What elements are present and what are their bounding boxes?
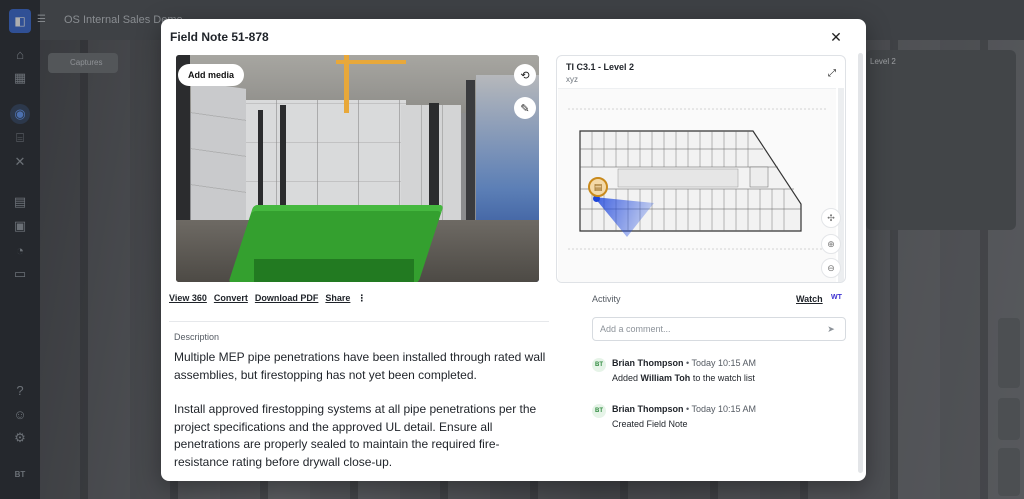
- close-icon[interactable]: ✕: [826, 27, 846, 47]
- photo-actions: View 360 Convert Download PDF Share ⋮: [169, 293, 366, 304]
- activity-separator: •: [686, 404, 690, 414]
- markup-pen-icon[interactable]: ✎: [514, 97, 536, 119]
- activity-entry-text: Added William Toh to the watch list: [612, 373, 755, 383]
- zoom-out-icon[interactable]: ⊖: [821, 258, 841, 278]
- activity-time: Today 10:15 AM: [691, 404, 757, 414]
- plan-scrollbar[interactable]: [838, 88, 844, 282]
- watcher-badge[interactable]: WT: [831, 294, 842, 301]
- activity-entry-header: Brian Thompson • Today 10:15 AM: [612, 358, 756, 368]
- activity-entry-header: Brian Thompson • Today 10:15 AM: [612, 404, 756, 414]
- field-note-photo[interactable]: Add media ⟲ ✎: [176, 55, 539, 282]
- photo-green-equipment-side: [254, 259, 414, 282]
- activity-text-prefix: Added: [612, 373, 639, 383]
- photo-orange-pipe: [336, 60, 406, 64]
- activity-author: Brian Thompson: [612, 358, 684, 368]
- send-icon[interactable]: ➤: [824, 322, 838, 336]
- avatar: BT: [592, 404, 606, 418]
- expand-icon[interactable]: ⤢: [825, 66, 839, 80]
- field-note-pin-icon[interactable]: ▤: [588, 177, 608, 197]
- floor-plan-viewer[interactable]: ▤: [558, 88, 836, 282]
- description-label: Description: [174, 332, 220, 342]
- activity-author: Brian Thompson: [612, 404, 684, 414]
- recenter-icon[interactable]: ✣: [821, 208, 841, 228]
- description-text[interactable]: Multiple MEP pipe penetrations have been…: [174, 349, 549, 471]
- zoom-in-icon[interactable]: ⊕: [821, 234, 841, 254]
- divider: [169, 321, 549, 322]
- activity-separator: •: [686, 358, 690, 368]
- more-options-icon[interactable]: ⋮: [357, 293, 366, 304]
- activity-label: Activity: [592, 294, 621, 304]
- plan-title: TI C3.1 - Level 2: [566, 62, 635, 72]
- modal-scrollbar[interactable]: [858, 53, 863, 473]
- view-360-link[interactable]: View 360: [169, 293, 207, 304]
- activity-text-suffix: to the watch list: [692, 373, 755, 383]
- description-paragraph: Multiple MEP pipe penetrations have been…: [174, 350, 546, 382]
- description-paragraph: Install approved firestopping systems at…: [174, 402, 537, 469]
- download-pdf-link[interactable]: Download PDF: [255, 293, 319, 304]
- add-media-button[interactable]: Add media: [178, 64, 244, 86]
- modal-title: Field Note 51-878: [170, 30, 269, 44]
- floor-plan-card: TI C3.1 - Level 2 xyz ⤢ ▤ ✣ ⊕ ⊖: [556, 55, 846, 283]
- activity-time: Today 10:15 AM: [691, 358, 757, 368]
- activity-entry-text: Created Field Note: [612, 419, 688, 429]
- share-link[interactable]: Share: [325, 293, 350, 304]
- avatar: BT: [592, 358, 606, 372]
- rotate-icon[interactable]: ⟲: [514, 64, 536, 86]
- plan-subtitle: xyz: [566, 75, 578, 84]
- activity-watcher-name: William Toh: [640, 373, 691, 383]
- watch-button[interactable]: Watch: [796, 294, 823, 304]
- field-note-modal: Field Note 51-878 ✕ Add media ⟲ ✎ View 3…: [161, 19, 866, 481]
- comment-input[interactable]: [592, 317, 846, 341]
- convert-link[interactable]: Convert: [214, 293, 248, 304]
